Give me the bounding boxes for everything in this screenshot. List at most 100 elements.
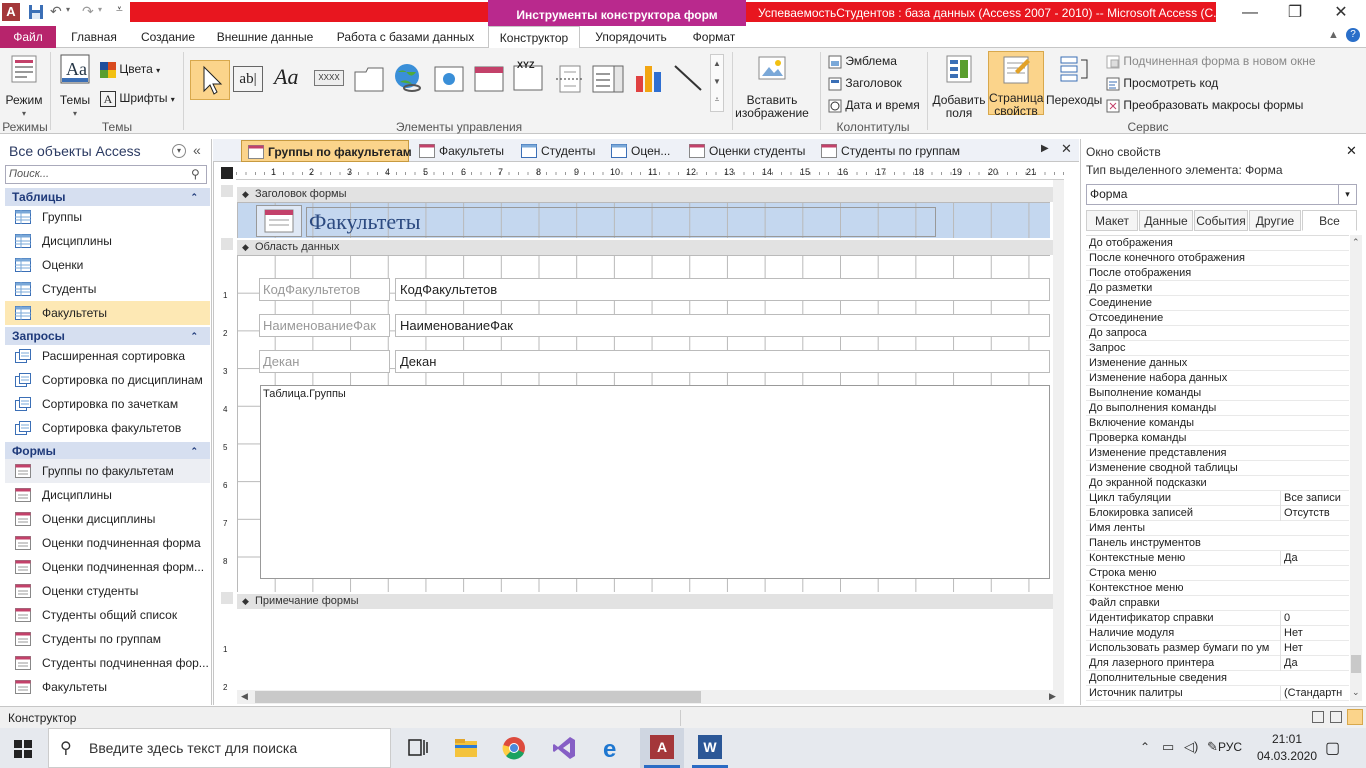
colors-button[interactable]: Цвета ▾: [100, 60, 160, 78]
property-row[interactable]: Использовать размер бумаги по ум Нет: [1086, 641, 1349, 656]
nav-item-form[interactable]: Оценки студенты: [5, 579, 210, 603]
nav-item-query[interactable]: Расширенная сортировка: [5, 344, 210, 368]
doc-tab-students-by-groups[interactable]: Студенты по группам: [815, 140, 965, 162]
chart-control-icon[interactable]: [634, 62, 664, 94]
button-control-icon[interactable]: XXXX: [314, 70, 344, 86]
minimize-ribbon-icon[interactable]: ▲: [1328, 29, 1339, 41]
doc-tab-students[interactable]: Студенты: [515, 140, 601, 162]
file-explorer-icon[interactable]: [452, 734, 480, 762]
gallery-scroll[interactable]: ▲ ▼ ⩡: [710, 54, 724, 112]
property-row[interactable]: До запроса: [1086, 326, 1349, 341]
property-row[interactable]: Строка меню: [1086, 566, 1349, 581]
textbox-control-icon[interactable]: ab|: [233, 66, 263, 92]
nav-item-table[interactable]: Студенты: [5, 277, 210, 301]
property-row[interactable]: Отсоединение: [1086, 311, 1349, 326]
property-value[interactable]: Да: [1280, 551, 1349, 566]
nav-item-form[interactable]: Оценки дисциплины: [5, 507, 210, 531]
access-taskbar-button[interactable]: A: [640, 728, 684, 768]
property-row[interactable]: Файл справки: [1086, 596, 1349, 611]
close-document-icon[interactable]: ✕: [1061, 141, 1072, 157]
props-tab-other[interactable]: Другие: [1249, 210, 1301, 231]
doc-tab-groups-by-faculty[interactable]: Группы по факультетам: [241, 140, 412, 162]
field-dean[interactable]: Декан: [395, 350, 1050, 373]
nav-item-form[interactable]: Оценки подчиненная форма: [5, 531, 210, 555]
scroll-thumb[interactable]: [1351, 655, 1361, 673]
nav-menu-icon[interactable]: ▾: [172, 144, 186, 158]
footer-area[interactable]: [237, 609, 1050, 689]
nav-item-query[interactable]: Сортировка по зачеткам: [5, 392, 210, 416]
tab-design[interactable]: Конструктор: [488, 26, 580, 49]
form-title-label[interactable]: Факультеты: [306, 207, 936, 237]
tab-order-button[interactable]: Переходы: [1046, 54, 1102, 107]
save-icon[interactable]: [28, 4, 44, 20]
nav-section-queries[interactable]: Запросы ⌃: [5, 327, 210, 345]
convert-macros-button[interactable]: Преобразовать макросы формы: [1106, 96, 1303, 114]
notifications-icon[interactable]: ▢: [1325, 738, 1340, 758]
tab-format[interactable]: Формат: [684, 26, 744, 48]
tab-create[interactable]: Создание: [134, 26, 202, 48]
tabs-scroll-right-icon[interactable]: ▶: [1041, 143, 1049, 154]
form-selector[interactable]: [221, 167, 233, 179]
property-row[interactable]: Включение команды: [1086, 416, 1349, 431]
tab-home[interactable]: Главная: [62, 26, 126, 48]
property-row[interactable]: Контекстное меню: [1086, 581, 1349, 596]
property-row[interactable]: Дополнительные сведения: [1086, 671, 1349, 686]
view-code-button[interactable]: Просмотреть код: [1106, 74, 1218, 92]
vertical-scrollbar[interactable]: [1053, 180, 1064, 690]
property-row[interactable]: Источник палитры (Стандартн: [1086, 686, 1349, 701]
nav-search-input[interactable]: Поиск...: [5, 165, 207, 184]
doc-tab-grades-students[interactable]: Оценки студенты: [683, 140, 809, 162]
help-icon[interactable]: ?: [1346, 28, 1360, 42]
maximize-icon[interactable]: ❐: [1272, 0, 1318, 26]
property-row[interactable]: Для лазерного принтера Да: [1086, 656, 1349, 671]
language-indicator[interactable]: РУС: [1218, 740, 1242, 754]
fonts-button[interactable]: A Шрифты ▾: [100, 89, 175, 107]
option-group-control-icon[interactable]: XYZ: [512, 58, 544, 92]
property-row[interactable]: Проверка команды: [1086, 431, 1349, 446]
footer-section-bar[interactable]: ◆ Примечание формы: [237, 594, 1064, 609]
clock-time[interactable]: 21:01: [1262, 732, 1312, 746]
task-view-icon[interactable]: [404, 734, 432, 762]
horizontal-scrollbar[interactable]: ◀ ▶: [237, 690, 1064, 704]
label-faculty-name[interactable]: НаименованиеФак: [259, 314, 390, 337]
redo-icon[interactable]: ↷: [82, 3, 94, 20]
property-row[interactable]: До выполнения команды: [1086, 401, 1349, 416]
tab-external-data[interactable]: Внешние данные: [210, 26, 320, 48]
doc-tab-grades[interactable]: Оцен...: [605, 140, 677, 162]
property-row[interactable]: До отображения: [1086, 236, 1349, 251]
visual-studio-icon[interactable]: [550, 734, 578, 762]
title-button[interactable]: Заголовок: [828, 74, 902, 92]
undo-dropdown-icon[interactable]: ▾: [66, 5, 70, 14]
props-tab-data[interactable]: Данные: [1139, 210, 1193, 231]
property-row[interactable]: Имя ленты: [1086, 521, 1349, 536]
navigation-control-icon[interactable]: [474, 66, 504, 92]
hyperlink-control-icon[interactable]: [392, 62, 424, 94]
minimize-icon[interactable]: —: [1227, 0, 1273, 26]
header-section-selector[interactable]: [221, 185, 233, 197]
property-row[interactable]: До экранной подсказки: [1086, 476, 1349, 491]
props-tab-all[interactable]: Все: [1302, 210, 1357, 231]
nav-item-form[interactable]: Дисциплины: [5, 483, 210, 507]
scroll-right-icon[interactable]: ▶: [1049, 691, 1056, 702]
tab-database-tools[interactable]: Работа с базами данных: [328, 26, 483, 48]
nav-item-table[interactable]: Оценки: [5, 253, 210, 277]
themes-button[interactable]: Aa Темы ▾: [56, 54, 94, 120]
property-row[interactable]: После конечного отображения: [1086, 251, 1349, 266]
nav-item-form[interactable]: Студенты общий список: [5, 603, 210, 627]
nav-item-form[interactable]: Студенты подчиненная фор...: [5, 651, 210, 675]
scroll-left-icon[interactable]: ◀: [241, 691, 248, 702]
props-tab-layout[interactable]: Макет: [1086, 210, 1138, 231]
taskbar-search-input[interactable]: Введите здесь текст для поиска: [48, 728, 391, 768]
nav-item-query[interactable]: Сортировка по дисциплинам: [5, 368, 210, 392]
nav-section-tables[interactable]: Таблицы ⌃: [5, 188, 210, 206]
redo-dropdown-icon[interactable]: ▾: [98, 5, 102, 14]
label-dean[interactable]: Декан: [259, 350, 390, 373]
field-faculty-id[interactable]: КодФакультетов: [395, 278, 1050, 301]
word-taskbar-button[interactable]: W: [688, 728, 732, 768]
add-fields-button[interactable]: Добавить поля: [930, 54, 988, 120]
property-row[interactable]: Блокировка записей Отсутств: [1086, 506, 1349, 521]
detail-section-selector[interactable]: [221, 238, 233, 250]
edge-icon[interactable]: e: [598, 734, 626, 762]
network-icon[interactable]: ▭: [1162, 739, 1174, 755]
props-scrollbar[interactable]: ⌃ ⌄: [1350, 235, 1362, 701]
